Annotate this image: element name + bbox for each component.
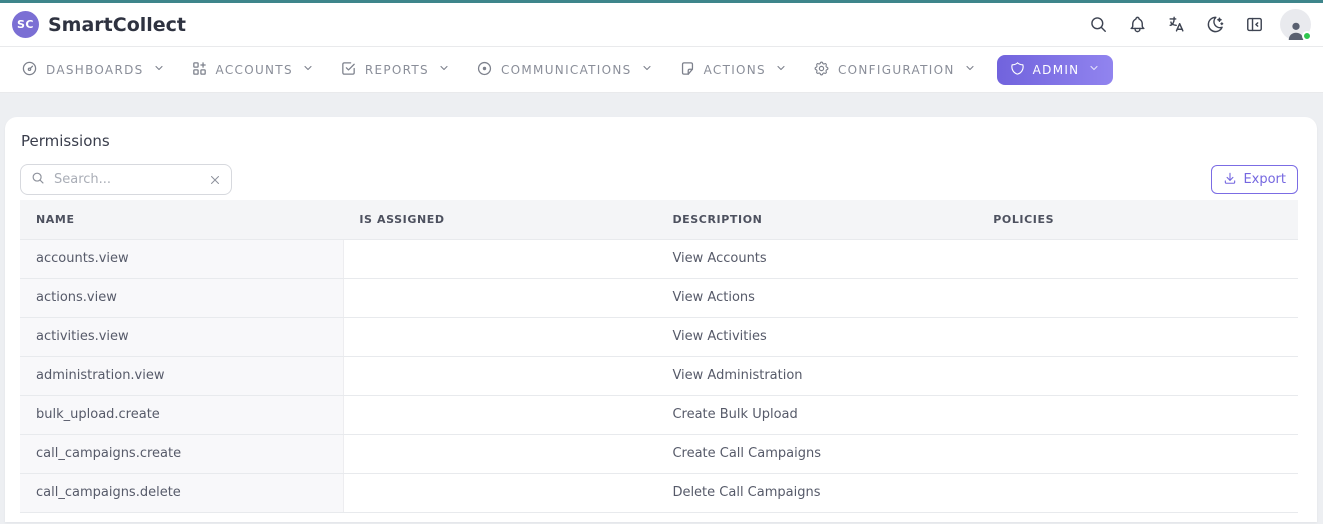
- cell-is-assigned: [343, 434, 656, 473]
- nav-item-actions[interactable]: ACTIONS: [666, 47, 800, 92]
- nav-item-accounts[interactable]: ACCOUNTS: [178, 47, 327, 92]
- cell-name: bulk_upload.create: [20, 395, 343, 434]
- online-status-dot: [1302, 31, 1312, 41]
- admin-label: ADMIN: [1033, 63, 1080, 77]
- column-header-name: NAME: [20, 200, 343, 239]
- cell-description: Create Bulk Upload: [656, 395, 977, 434]
- cell-is-assigned: [343, 356, 656, 395]
- column-header-policies: POLICIES: [977, 200, 1298, 239]
- cell-description: View Activities: [656, 317, 977, 356]
- cell-name: call_campaigns.delete: [20, 473, 343, 512]
- download-icon: [1223, 171, 1237, 189]
- cell-is-assigned: [343, 473, 656, 512]
- cell-policies: [977, 278, 1298, 317]
- chevron-down-icon: [1088, 62, 1100, 77]
- nav-item-label: DASHBOARDS: [46, 63, 144, 77]
- nav-item-reports[interactable]: REPORTS: [327, 47, 463, 92]
- search-box: [20, 164, 232, 195]
- cell-description: View Administration: [656, 356, 977, 395]
- search-input[interactable]: [52, 171, 202, 188]
- nav-item-admin[interactable]: ADMIN: [997, 55, 1114, 85]
- cell-name: administration.view: [20, 356, 343, 395]
- cell-name: call_campaigns.create: [20, 434, 343, 473]
- chevron-down-icon: [153, 62, 165, 77]
- cell-name: activities.view: [20, 317, 343, 356]
- configuration-gear-icon: [813, 60, 830, 80]
- nav-item-communications[interactable]: COMMUNICATIONS: [463, 47, 666, 92]
- table-row: call_campaigns.create Create Call Campai…: [20, 434, 1298, 473]
- actions-sticker-icon: [679, 60, 696, 80]
- chevron-down-icon: [641, 62, 653, 77]
- dashboard-gauge-icon: [21, 60, 38, 80]
- table-row: actions.view View Actions: [20, 278, 1298, 317]
- table-row: accounts.view View Accounts: [20, 239, 1298, 278]
- search-icon: [31, 170, 45, 189]
- chevron-down-icon: [438, 62, 450, 77]
- app-bar-actions: [1085, 9, 1311, 40]
- app-logo: SC: [12, 11, 39, 38]
- permissions-card: Permissions Export NAME IS ASSI: [5, 117, 1317, 522]
- user-avatar[interactable]: [1280, 9, 1311, 40]
- export-button[interactable]: Export: [1211, 165, 1298, 194]
- table-header-row: NAME IS ASSIGNED DESCRIPTION POLICIES: [20, 200, 1298, 239]
- chevron-down-icon: [964, 62, 976, 77]
- app-title: SmartCollect: [48, 14, 186, 36]
- table-body: accounts.view View Accounts actions.view…: [20, 239, 1298, 512]
- main-nav: DASHBOARDS ACCOUNTS REPORTS COMMUNICATIO…: [0, 47, 1323, 93]
- column-header-is-assigned: IS ASSIGNED: [343, 200, 656, 239]
- cell-policies: [977, 434, 1298, 473]
- notifications-bell-icon[interactable]: [1124, 12, 1150, 38]
- cell-description: View Actions: [656, 278, 977, 317]
- cell-policies: [977, 395, 1298, 434]
- nav-item-dashboards[interactable]: DASHBOARDS: [8, 47, 178, 92]
- table-row: administration.view View Administration: [20, 356, 1298, 395]
- language-icon[interactable]: [1163, 12, 1189, 38]
- search-icon[interactable]: [1085, 12, 1111, 38]
- cell-name: accounts.view: [20, 239, 343, 278]
- cell-policies: [977, 317, 1298, 356]
- app-logo-brand[interactable]: SC SmartCollect: [12, 11, 186, 38]
- cell-description: Create Call Campaigns: [656, 434, 977, 473]
- export-label: Export: [1243, 172, 1286, 187]
- chevron-down-icon: [302, 62, 314, 77]
- dark-mode-moon-icon[interactable]: [1202, 12, 1228, 38]
- communications-broadcast-icon: [476, 60, 493, 80]
- cell-policies: [977, 356, 1298, 395]
- accounts-grid-icon: [191, 60, 208, 80]
- page-title: Permissions: [21, 132, 1317, 150]
- column-header-description: DESCRIPTION: [656, 200, 977, 239]
- table-row: bulk_upload.create Create Bulk Upload: [20, 395, 1298, 434]
- cell-description: Delete Call Campaigns: [656, 473, 977, 512]
- cell-policies: [977, 239, 1298, 278]
- cell-is-assigned: [343, 317, 656, 356]
- shield-icon: [1010, 61, 1025, 79]
- nav-item-label: COMMUNICATIONS: [501, 63, 632, 77]
- cell-is-assigned: [343, 395, 656, 434]
- cell-policies: [977, 473, 1298, 512]
- cell-is-assigned: [343, 278, 656, 317]
- cell-name: actions.view: [20, 278, 343, 317]
- table-toolbar: Export: [20, 164, 1298, 195]
- permissions-table: NAME IS ASSIGNED DESCRIPTION POLICIES ac…: [20, 200, 1298, 513]
- cell-is-assigned: [343, 239, 656, 278]
- clear-search-icon[interactable]: [209, 174, 221, 186]
- app-bar: SC SmartCollect: [0, 3, 1323, 47]
- cell-description: View Accounts: [656, 239, 977, 278]
- reports-checkbox-icon: [340, 60, 357, 80]
- nav-item-label: ACCOUNTS: [216, 63, 293, 77]
- nav-item-label: CONFIGURATION: [838, 63, 955, 77]
- page-content: Permissions Export NAME IS ASSI: [0, 93, 1323, 522]
- nav-item-label: ACTIONS: [704, 63, 766, 77]
- collapse-panel-icon[interactable]: [1241, 12, 1267, 38]
- table-row: activities.view View Activities: [20, 317, 1298, 356]
- table-row: call_campaigns.delete Delete Call Campai…: [20, 473, 1298, 512]
- nav-item-label: REPORTS: [365, 63, 429, 77]
- chevron-down-icon: [775, 62, 787, 77]
- nav-item-configuration[interactable]: CONFIGURATION: [800, 47, 989, 92]
